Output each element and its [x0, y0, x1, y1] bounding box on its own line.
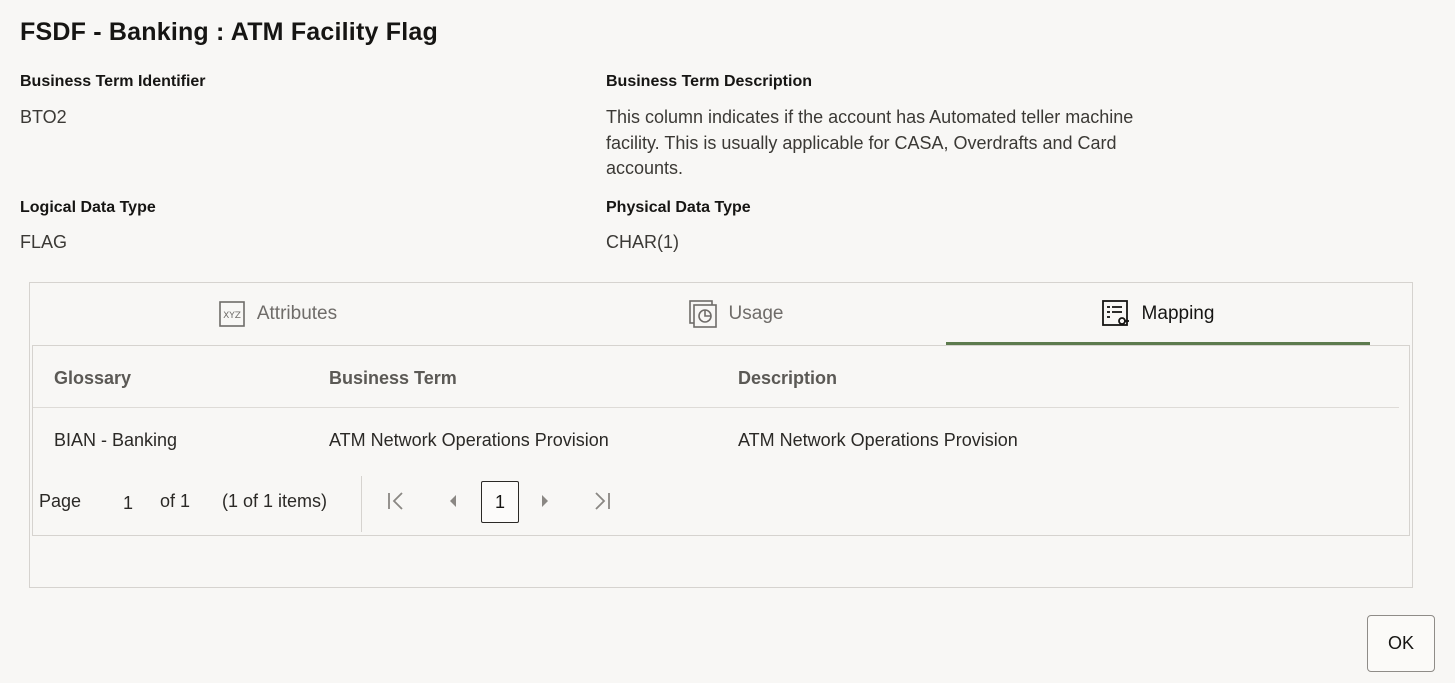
tab-attributes-label: Attributes — [256, 303, 338, 324]
page-label: Page — [39, 491, 82, 511]
tab-mapping-label: Mapping — [1141, 303, 1215, 324]
ok-button[interactable]: OK — [1367, 615, 1435, 672]
page-number-input[interactable]: 1 — [123, 493, 133, 514]
business-term-description-value: This column indicates if the account has… — [606, 107, 1134, 178]
business-term-identifier-label: Business Term Identifier — [20, 73, 206, 90]
mapping-table: Glossary Business Term Description BIAN … — [32, 345, 1410, 536]
physical-data-type-label: Physical Data Type — [606, 199, 751, 216]
xyz-attributes-icon: XYZ — [219, 301, 245, 327]
current-page-button[interactable]: 1 — [481, 481, 519, 523]
column-header-business-term[interactable]: Business Term — [329, 368, 457, 389]
next-page-button[interactable] — [527, 485, 563, 521]
cell-glossary: BIAN - Banking — [54, 430, 178, 450]
items-count-label: (1 of 1 items) — [222, 491, 328, 511]
next-page-icon — [538, 493, 552, 514]
tab-bar: XYZ Attributes Usage Mapping — [30, 283, 1412, 345]
previous-page-button[interactable] — [435, 485, 471, 521]
logical-data-type-label: Logical Data Type — [20, 199, 156, 216]
cell-business-term: ATM Network Operations Provision — [329, 430, 609, 450]
tab-mapping[interactable]: Mapping — [946, 283, 1370, 345]
first-page-icon — [386, 491, 406, 516]
usage-icon — [688, 300, 717, 328]
column-header-description[interactable]: Description — [738, 368, 837, 389]
svg-text:XYZ: XYZ — [223, 311, 241, 321]
tab-attributes[interactable]: XYZ Attributes — [30, 283, 526, 345]
details-tab-panel: XYZ Attributes Usage Mapping Glossary Bu… — [29, 282, 1413, 588]
cell-description: ATM Network Operations Provision — [738, 430, 1018, 450]
business-term-description-label: Business Term Description — [606, 73, 812, 90]
pagination: Page 1 of 1 (1 of 1 items) 1 — [33, 473, 733, 533]
business-term-dialog: FSDF - Banking : ATM Facility Flag Busin… — [0, 0, 1455, 683]
business-term-identifier-value: BTO2 — [20, 107, 67, 127]
tab-usage-label: Usage — [728, 303, 784, 324]
last-page-button[interactable] — [584, 485, 620, 521]
pager-divider — [361, 476, 362, 532]
mapping-icon — [1101, 300, 1130, 328]
header-divider — [33, 407, 1399, 408]
tab-usage[interactable]: Usage — [506, 283, 966, 345]
dialog-title: FSDF - Banking : ATM Facility Flag — [20, 18, 438, 46]
physical-data-type-value: CHAR(1) — [606, 232, 680, 252]
previous-page-icon — [446, 493, 460, 514]
last-page-icon — [592, 491, 612, 516]
logical-data-type-value: FLAG — [20, 232, 68, 252]
first-page-button[interactable] — [378, 485, 414, 521]
column-header-glossary[interactable]: Glossary — [54, 368, 131, 389]
page-of-label: of 1 — [160, 491, 191, 511]
